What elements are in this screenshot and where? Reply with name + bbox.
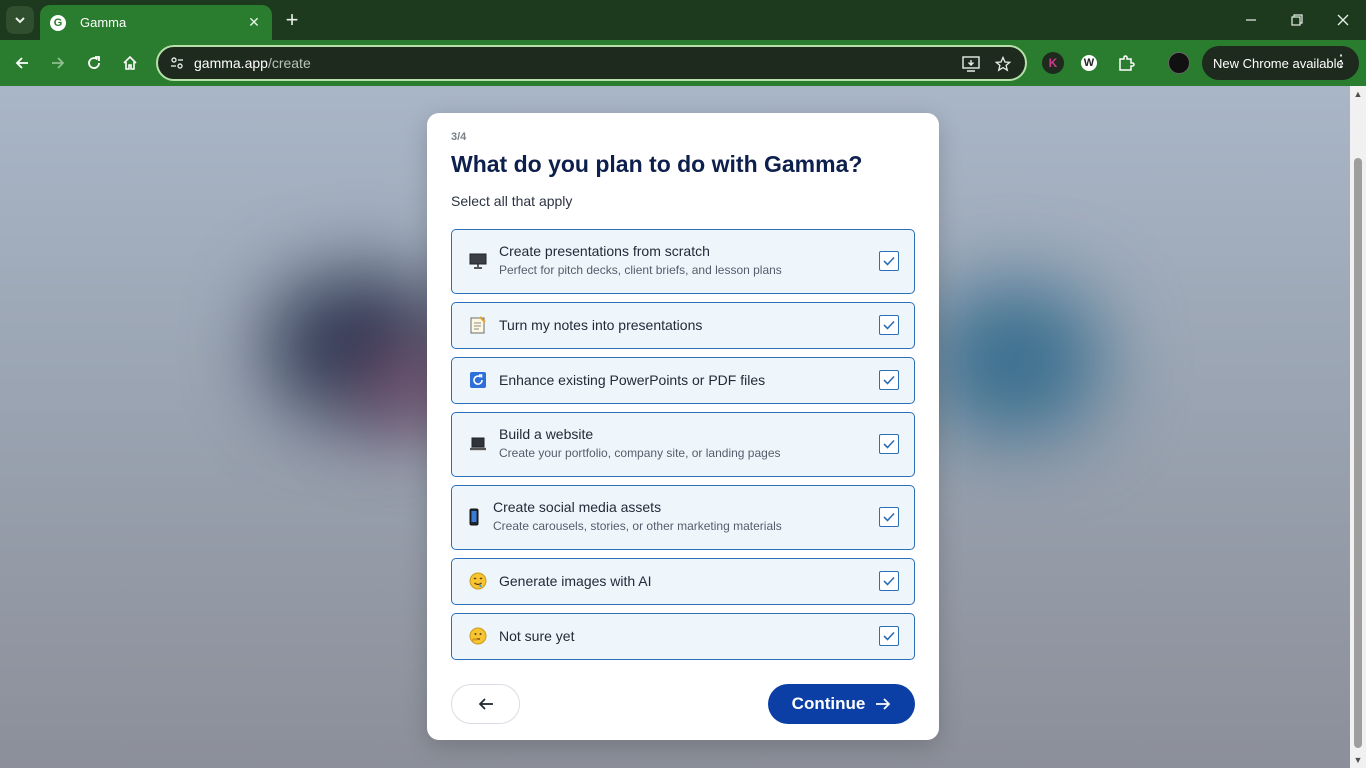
- option-label: Create social media assets: [493, 499, 662, 515]
- drooling-face-icon: [468, 571, 488, 591]
- extensions-puzzle-icon[interactable]: [1115, 52, 1137, 74]
- modal-title: What do you plan to do with Gamma?: [451, 151, 863, 177]
- option-enhance-files[interactable]: Enhance existing PowerPoints or PDF file…: [451, 357, 915, 404]
- tab-title: Gamma: [80, 15, 127, 30]
- home-button[interactable]: [116, 49, 144, 77]
- kebab-menu-icon[interactable]: ⋮: [1333, 54, 1349, 70]
- option-checkbox[interactable]: [879, 434, 899, 454]
- notes-icon: [468, 315, 488, 335]
- tab-strip: G Gamma ✕ +: [0, 0, 1366, 40]
- update-label: New Chrome available: [1213, 55, 1344, 71]
- gamma-favicon-icon: G: [50, 14, 66, 31]
- checkmark-icon: [883, 576, 895, 586]
- onboarding-modal: 3/4 What do you plan to do with Gamma? S…: [427, 113, 939, 740]
- page-background: 3/4 What do you plan to do with Gamma? S…: [0, 86, 1366, 768]
- minimize-icon: [1246, 19, 1256, 21]
- option-checkbox[interactable]: [879, 315, 899, 335]
- thinking-face-icon: [468, 626, 488, 646]
- option-checkbox[interactable]: [879, 251, 899, 271]
- bookmark-star-icon[interactable]: [992, 53, 1014, 75]
- option-label: Generate images with AI: [499, 573, 652, 589]
- option-label: Enhance existing PowerPoints or PDF file…: [499, 372, 766, 388]
- restore-button[interactable]: [1274, 8, 1320, 32]
- continue-button[interactable]: Continue: [768, 684, 915, 724]
- back-button[interactable]: [451, 684, 520, 724]
- continue-label: Continue: [791, 694, 866, 713]
- option-checkbox[interactable]: [879, 370, 899, 390]
- new-tab-button[interactable]: +: [282, 9, 302, 31]
- option-checkbox[interactable]: [879, 571, 899, 591]
- option-description: Perfect for pitch decks, client briefs, …: [499, 263, 782, 277]
- option-create-presentations[interactable]: Create presentations from scratch Perfec…: [451, 229, 915, 294]
- w-extension-icon[interactable]: W: [1081, 55, 1097, 71]
- presentation-screen-icon: [468, 251, 488, 271]
- profile-avatar[interactable]: [1168, 52, 1190, 74]
- address-bar[interactable]: gamma.app/create: [156, 45, 1027, 81]
- back-nav-button[interactable]: [8, 49, 36, 77]
- checkmark-icon: [883, 256, 895, 266]
- modal-subtitle: Select all that apply: [451, 193, 573, 209]
- checkmark-icon: [883, 631, 895, 641]
- forward-nav-button[interactable]: [44, 49, 72, 77]
- minimize-button[interactable]: [1228, 8, 1274, 32]
- option-label: Not sure yet: [499, 628, 575, 644]
- home-icon: [123, 55, 137, 70]
- option-description: Create carousels, stories, or other mark…: [493, 519, 782, 533]
- url-host: gamma.app: [194, 55, 268, 71]
- checkmark-icon: [883, 375, 895, 385]
- arrow-right-icon: [52, 57, 65, 69]
- checkmark-icon: [883, 439, 895, 449]
- arrow-right-icon: [875, 697, 891, 711]
- checkmark-icon: [883, 512, 895, 522]
- refresh-icon: [468, 370, 488, 390]
- option-label: Build a website: [499, 426, 594, 442]
- option-notes-to-presentations[interactable]: Turn my notes into presentations: [451, 302, 915, 349]
- url-text: gamma.app/create: [194, 55, 311, 71]
- tab-search-button[interactable]: [6, 6, 34, 34]
- browser-tab[interactable]: G Gamma ✕: [40, 5, 272, 40]
- arrow-left-icon: [15, 57, 28, 69]
- url-path: /create: [267, 55, 311, 71]
- scroll-up-icon[interactable]: ▲: [1353, 89, 1363, 99]
- k-extension-icon[interactable]: K: [1042, 52, 1064, 74]
- close-tab-icon[interactable]: ✕: [246, 14, 262, 31]
- option-social-media[interactable]: Create social media assets Create carous…: [451, 485, 915, 550]
- close-icon: [1337, 14, 1349, 26]
- checkmark-icon: [883, 320, 895, 330]
- site-info-icon[interactable]: [166, 52, 188, 74]
- option-label: Turn my notes into presentations: [499, 317, 703, 333]
- chevron-down-icon: [15, 17, 25, 24]
- laptop-icon: [468, 434, 488, 454]
- option-description: Create your portfolio, company site, or …: [499, 446, 781, 460]
- option-not-sure[interactable]: Not sure yet: [451, 613, 915, 660]
- reload-button[interactable]: [80, 49, 108, 77]
- option-build-website[interactable]: Build a website Create your portfolio, c…: [451, 412, 915, 477]
- close-window-button[interactable]: [1320, 8, 1366, 32]
- step-indicator: 3/4: [451, 131, 467, 143]
- page-scrollbar[interactable]: ▲ ▼: [1350, 86, 1366, 768]
- blurred-background-shape: [930, 286, 1100, 436]
- phone-icon: [464, 507, 484, 527]
- browser-toolbar: gamma.app/create K W New Chrome availabl…: [0, 40, 1366, 86]
- option-checkbox[interactable]: [879, 626, 899, 646]
- restore-icon: [1291, 14, 1303, 26]
- reload-icon: [88, 56, 100, 69]
- scroll-thumb[interactable]: [1354, 158, 1362, 748]
- install-app-icon[interactable]: [960, 53, 982, 75]
- option-generate-images[interactable]: Generate images with AI: [451, 558, 915, 605]
- option-label: Create presentations from scratch: [499, 243, 710, 259]
- option-checkbox[interactable]: [879, 507, 899, 527]
- new-chrome-available-button[interactable]: New Chrome available ⋮: [1202, 46, 1359, 80]
- scroll-down-icon[interactable]: ▼: [1353, 755, 1363, 765]
- arrow-left-icon: [478, 698, 493, 710]
